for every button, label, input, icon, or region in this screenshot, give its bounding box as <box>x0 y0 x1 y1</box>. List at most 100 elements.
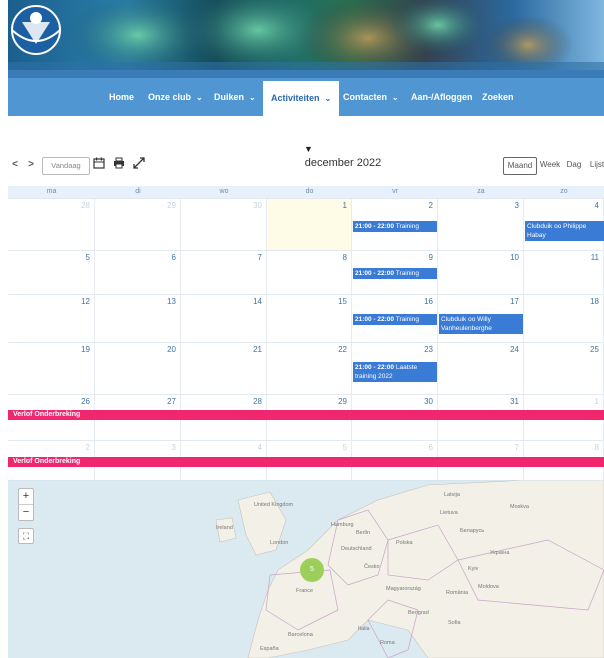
club-logo-icon[interactable] <box>8 0 64 58</box>
print-icon[interactable] <box>112 157 126 173</box>
day-number: 3 <box>171 443 176 452</box>
view-month-button[interactable]: Maand <box>503 157 537 175</box>
day-cell[interactable]: 13 <box>95 295 181 343</box>
weekday-label: vr <box>392 188 398 195</box>
map-label: Moskva <box>510 504 529 510</box>
calendar-title: december 2022 <box>304 157 382 169</box>
day-cell[interactable]: 6 <box>95 251 181 295</box>
day-number: 16 <box>424 297 433 306</box>
map-label: Lietuva <box>440 510 458 516</box>
day-number: 4 <box>594 201 599 210</box>
day-cell[interactable]: 24 <box>438 343 524 395</box>
map-label: Barcelona <box>288 632 313 638</box>
day-cell-today[interactable]: 1 <box>267 199 352 251</box>
map-label: Ireland <box>216 525 233 531</box>
today-button[interactable]: Vandaag <box>42 157 90 175</box>
day-number: 29 <box>338 397 347 406</box>
day-number: 29 <box>167 201 176 210</box>
next-button[interactable]: > <box>24 157 38 173</box>
day-number: 5 <box>85 253 90 262</box>
map-cluster-marker[interactable]: 5 <box>300 558 324 582</box>
day-number: 24 <box>510 345 519 354</box>
calendar-icon[interactable] <box>92 157 106 173</box>
nav-contacten[interactable]: Contacten ⌄ <box>343 86 399 108</box>
map-label: Magyarország <box>386 586 421 592</box>
week-row: 19 20 21 22 23 24 25 21:00 - 22:00 Laats… <box>8 342 604 395</box>
nav-aan-afloggen[interactable]: Aan-/Afloggen <box>411 86 473 108</box>
day-number: 17 <box>510 297 519 306</box>
day-cell[interactable]: 28 <box>8 199 95 251</box>
calendar-event-bar[interactable]: Verlof Onderbreking <box>8 410 604 420</box>
day-number: 30 <box>253 201 262 210</box>
map-label: Roma <box>380 640 395 646</box>
weekday-label: do <box>305 188 314 195</box>
map-fullscreen-button[interactable]: ⛶ <box>18 528 34 544</box>
day-number: 19 <box>81 345 90 354</box>
map-label: Беларусь <box>460 528 485 534</box>
day-cell[interactable]: 14 <box>181 295 267 343</box>
view-day-button[interactable]: Dag <box>564 157 584 173</box>
map-label: Hamburg <box>331 522 354 528</box>
nav-onze-club[interactable]: Onze club ⌄ <box>148 86 203 108</box>
day-number: 4 <box>257 443 262 452</box>
zoom-in-button[interactable]: + <box>19 489 33 505</box>
map-label: Moldova <box>478 584 499 590</box>
day-cell[interactable]: 3 <box>438 199 524 251</box>
day-number: 12 <box>81 297 90 306</box>
nav-activiteiten[interactable]: Activiteiten ⌄ <box>263 81 340 116</box>
map-label: Berlin <box>356 530 371 536</box>
day-number: 28 <box>253 397 262 406</box>
day-cell[interactable]: 8 <box>267 251 352 295</box>
week-row: 12 13 14 15 16 17 18 21:00 - 22:00 Train… <box>8 294 604 343</box>
map-label: United Kingdom <box>254 502 294 508</box>
map-label: France <box>296 588 314 594</box>
weekday-label: ma <box>46 188 57 195</box>
day-number: 10 <box>510 253 519 262</box>
day-cell[interactable]: 20 <box>95 343 181 395</box>
day-cell[interactable]: 29 <box>95 199 181 251</box>
zoom-out-button[interactable]: − <box>19 505 33 520</box>
day-cell[interactable]: 30 <box>181 199 267 251</box>
day-cell[interactable]: 12 <box>8 295 95 343</box>
calendar-toolbar: ▼ < > Vandaag december 2022 Maand Week D… <box>8 140 604 180</box>
nav-duiken[interactable]: Duiken ⌄ <box>214 86 256 108</box>
calendar-event[interactable]: Clubduik oo Philippe Habay <box>525 221 604 241</box>
calendar-event[interactable]: 21:00 - 22:00 Laatste training 2022 <box>353 362 437 382</box>
calendar-event[interactable]: 21:00 - 22:00 Training <box>353 314 437 325</box>
calendar-event[interactable]: 21:00 - 22:00 Training <box>353 221 437 232</box>
day-cell[interactable]: 5 <box>8 251 95 295</box>
caret-down-icon[interactable]: ▼ <box>304 144 313 154</box>
view-week-button[interactable]: Week <box>538 157 562 173</box>
day-cell[interactable]: 21 <box>181 343 267 395</box>
day-cell[interactable]: 10 <box>438 251 524 295</box>
map-label: Beograd <box>408 610 429 616</box>
day-number: 11 <box>590 253 599 262</box>
fullscreen-icon[interactable] <box>132 157 146 173</box>
day-cell[interactable]: 7 <box>181 251 267 295</box>
day-cell[interactable]: 25 <box>524 343 604 395</box>
calendar-event[interactable]: 21:00 - 22:00 Training <box>353 268 437 279</box>
day-number: 3 <box>514 201 519 210</box>
nav-home[interactable]: Home <box>109 86 134 108</box>
day-number: 25 <box>590 345 599 354</box>
calendar-event-bar[interactable]: Verlof Onderbreking <box>8 457 604 467</box>
day-number: 2 <box>428 201 433 210</box>
map-label: Deutschland <box>341 546 372 552</box>
day-cell[interactable]: 18 <box>524 295 604 343</box>
day-cell[interactable]: 22 <box>267 343 352 395</box>
day-number: 15 <box>338 297 347 306</box>
header-banner <box>8 0 604 70</box>
map-label: România <box>446 590 469 596</box>
view-list-button[interactable]: Lijst <box>586 157 604 173</box>
map-label: Česko <box>364 564 380 570</box>
calendar-event[interactable]: Clubduik oo Willy Vanheulenberghe <box>439 314 523 334</box>
day-cell[interactable]: 15 <box>267 295 352 343</box>
day-number: 22 <box>338 345 347 354</box>
day-cell[interactable]: 19 <box>8 343 95 395</box>
day-number: 27 <box>167 397 176 406</box>
day-number: 6 <box>171 253 176 262</box>
day-cell[interactable]: 11 <box>524 251 604 295</box>
coral-reef-image <box>8 0 604 70</box>
nav-zoeken[interactable]: Zoeken <box>482 86 514 108</box>
prev-button[interactable]: < <box>8 157 22 173</box>
